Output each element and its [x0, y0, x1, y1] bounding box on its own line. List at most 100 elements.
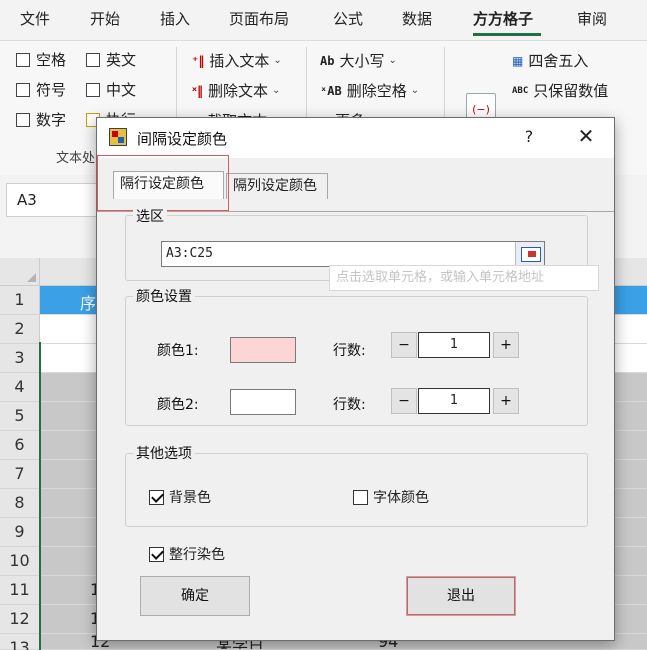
whole-row-checkbox[interactable]: 整行染色: [149, 544, 225, 564]
round-label: 四舍五入: [528, 52, 589, 70]
row-header[interactable]: 2: [0, 315, 40, 344]
checkbox-label: 英文: [106, 51, 137, 69]
chevron-down-icon: ⌄: [271, 85, 281, 96]
row-header[interactable]: 7: [0, 460, 40, 489]
tab-review[interactable]: 审阅: [577, 8, 607, 29]
range-input[interactable]: A3:C25: [161, 241, 545, 267]
app-icon: [109, 128, 127, 146]
help-button[interactable]: ?: [519, 127, 539, 146]
font-color-checkbox[interactable]: 字体颜色: [353, 487, 429, 507]
delete-space-button[interactable]: ˣAB 删除空格 ⌄: [320, 80, 419, 101]
color2-swatch[interactable]: [230, 389, 296, 415]
checkbox-box[interactable]: [149, 546, 164, 562]
tab-data[interactable]: 数据: [402, 8, 432, 29]
checkbox-box[interactable]: [16, 52, 30, 67]
color2-label: 颜色2:: [157, 397, 199, 413]
keep-number-icon: ABC: [512, 85, 529, 96]
rows2-value[interactable]: 1: [418, 388, 490, 414]
selection-group-label: 选区: [133, 206, 167, 226]
tab-formulas[interactable]: 公式: [333, 8, 363, 29]
interval-color-dialog: 间隔设定颜色 ? ✕ 隔行设定颜色 隔列设定颜色 选区 A3:C25 点击选取单…: [96, 117, 615, 641]
range-tooltip: 点击选取单元格，或输入单元格地址: [329, 265, 599, 291]
checkbox-number[interactable]: 数字: [16, 109, 66, 130]
checkbox-label: 字体颜色: [373, 490, 429, 506]
checkbox-box[interactable]: [353, 489, 368, 505]
checkbox-label: 中文: [106, 81, 137, 99]
rows2-decrement-button[interactable]: −: [391, 388, 417, 414]
tab-file[interactable]: 文件: [20, 8, 50, 29]
insert-text-label: 插入文本: [209, 52, 270, 70]
checkbox-box[interactable]: [16, 112, 30, 127]
rows2-label: 行数:: [333, 397, 366, 413]
insert-text-icon: ⁺‖: [192, 53, 205, 68]
color1-swatch[interactable]: [230, 337, 296, 363]
case-icon: Ab: [320, 53, 335, 68]
checkbox-label: 数字: [36, 111, 67, 129]
row-header[interactable]: 9: [0, 518, 40, 547]
row-header[interactable]: 4: [0, 373, 40, 402]
row-header[interactable]: 5: [0, 402, 40, 431]
tab-row-color[interactable]: 隔行设定颜色: [113, 171, 224, 199]
tab-insert[interactable]: 插入: [160, 8, 190, 29]
row-header[interactable]: 1: [0, 286, 40, 315]
checkbox-box[interactable]: [86, 52, 100, 67]
tab-column-color[interactable]: 隔列设定颜色: [226, 173, 328, 199]
ribbon-tab-bar: 文件 开始 插入 页面布局 公式 数据 方方格子 审阅: [0, 0, 647, 40]
checkbox-label: 空格: [36, 51, 67, 69]
range-picker-icon[interactable]: [515, 242, 544, 266]
close-button[interactable]: ✕: [574, 124, 598, 148]
checkbox-label: 符号: [36, 81, 67, 99]
round-icon: ▦: [512, 53, 524, 68]
color1-label: 颜色1:: [157, 343, 199, 359]
rows1-value[interactable]: 1: [418, 332, 490, 358]
row-header[interactable]: 13: [0, 634, 40, 650]
row-header[interactable]: 3: [0, 344, 40, 373]
checkbox-box[interactable]: [149, 489, 164, 505]
dialog-title: 间隔设定颜色: [137, 130, 228, 148]
rows1-decrement-button[interactable]: −: [391, 332, 417, 358]
checkbox-english[interactable]: 英文: [86, 49, 136, 70]
text-group-label: 文本处: [56, 151, 96, 166]
delete-text-button[interactable]: ˣ‖ 删除文本 ⌄: [192, 80, 280, 101]
row-header[interactable]: 11: [0, 576, 40, 605]
tab-page-layout[interactable]: 页面布局: [229, 8, 289, 29]
row-header[interactable]: 6: [0, 431, 40, 460]
checkbox-symbol[interactable]: 符号: [16, 79, 66, 100]
name-box[interactable]: A3: [6, 183, 98, 217]
rows1-increment-button[interactable]: +: [493, 332, 519, 358]
selection-border: [39, 342, 41, 650]
insert-text-button[interactable]: ⁺‖ 插入文本 ⌄: [192, 50, 282, 71]
round-button[interactable]: ▦ 四舍五入: [512, 50, 588, 71]
delete-space-label: 删除空格: [346, 82, 407, 100]
tab-home[interactable]: 开始: [90, 8, 120, 29]
delete-text-label: 删除文本: [207, 82, 268, 100]
checkbox-chinese[interactable]: 中文: [86, 79, 136, 100]
other-options-label: 其他选项: [133, 443, 195, 463]
exit-button[interactable]: 退出: [406, 576, 516, 616]
checkbox-box[interactable]: [16, 82, 30, 97]
row-header[interactable]: 10: [0, 547, 40, 576]
chevron-down-icon: ⌄: [410, 85, 420, 96]
active-tab-underline: [473, 33, 541, 36]
select-all-corner[interactable]: [0, 258, 40, 286]
background-color-checkbox[interactable]: 背景色: [149, 487, 211, 507]
chevron-down-icon: ⌄: [388, 55, 397, 66]
ok-button[interactable]: 确定: [140, 576, 250, 616]
row-header[interactable]: 8: [0, 489, 40, 518]
case-label: 大小写: [339, 52, 385, 70]
checkbox-box[interactable]: [86, 82, 100, 97]
tab-fangfang[interactable]: 方方格子: [473, 8, 533, 29]
checkbox-label: 背景色: [169, 490, 211, 506]
keep-number-button[interactable]: ABC 只保留数值: [512, 80, 608, 101]
delete-text-icon: ˣ‖: [192, 83, 203, 98]
keep-number-label: 只保留数值: [533, 82, 609, 100]
rows1-label: 行数:: [333, 343, 366, 359]
rows2-increment-button[interactable]: +: [493, 388, 519, 414]
cell-text: 序: [80, 294, 97, 313]
checkbox-space[interactable]: 空格: [16, 49, 66, 70]
checkbox-label: 整行染色: [169, 547, 225, 563]
chevron-down-icon: ⌄: [273, 55, 282, 66]
row-header[interactable]: 12: [0, 605, 40, 634]
dialog-title-bar[interactable]: 间隔设定颜色 ? ✕: [97, 118, 614, 158]
case-button[interactable]: Ab 大小写 ⌄: [320, 50, 397, 71]
